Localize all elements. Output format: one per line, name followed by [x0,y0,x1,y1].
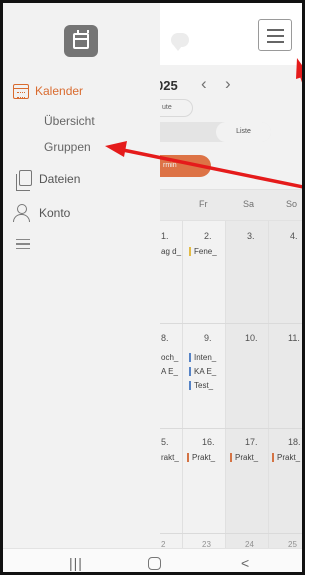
drawer-subitem-gruppen[interactable]: Gruppen [44,140,91,154]
drawer-item-label: Dateien [39,172,81,186]
file-icon [16,170,32,191]
user-icon [13,204,33,222]
drawer-item-label: Konto [39,206,71,220]
calendar-logo-glyph [73,30,89,49]
recents-icon[interactable]: ||| [69,555,83,571]
drawer-item-label: Kalender [35,84,84,98]
phone-screen: 025 ‹ › ute che Liste rmin o Fr Sa So 1.… [0,0,305,575]
chat-bubble-icon[interactable] [171,33,189,51]
home-icon[interactable] [148,557,161,570]
drawer-subitem-uebersicht[interactable]: Übersicht [44,114,95,128]
menu-lines-icon[interactable] [16,239,30,249]
file-icon-wrap [13,170,33,191]
drawer-item-dateien[interactable]: Dateien [13,168,81,191]
drawer-item-kalender[interactable]: Kalender [13,80,83,102]
system-nav-bar: ||| < [3,548,302,572]
hamburger-menu-button[interactable] [258,19,292,51]
hamburger-icon-line [267,35,284,37]
hamburger-icon [267,29,284,31]
calendar-icon [13,83,29,99]
back-icon[interactable]: < [241,555,249,571]
hamburger-icon-line [267,41,284,43]
calendar-logo-icon [64,25,98,57]
drawer-scrim[interactable] [160,65,302,548]
navigation-drawer: Kalender Übersicht Gruppen Dateien Konto [3,3,160,548]
drawer-item-konto[interactable]: Konto [13,202,70,224]
annotation-arrow-menu [300,77,302,83]
